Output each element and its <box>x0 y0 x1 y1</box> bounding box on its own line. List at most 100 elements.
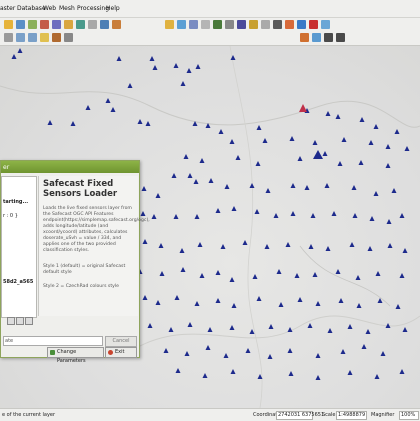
sensor-marker-icon[interactable] <box>173 214 179 219</box>
node-tool-icon[interactable] <box>100 20 109 29</box>
refresh-icon[interactable] <box>64 33 73 42</box>
sensor-marker-icon[interactable] <box>140 211 146 216</box>
sensor-marker-icon[interactable] <box>193 179 199 184</box>
sensor-marker-icon[interactable] <box>359 117 365 122</box>
sensor-marker-icon[interactable] <box>184 351 190 356</box>
globe-icon[interactable] <box>312 33 321 42</box>
sensor-marker-icon[interactable] <box>158 243 164 248</box>
sensor-marker-icon[interactable] <box>404 146 410 151</box>
sensor-marker-icon[interactable] <box>289 136 295 141</box>
sensor-marker-icon[interactable] <box>355 275 361 280</box>
sensor-marker-icon[interactable] <box>199 158 205 163</box>
sensor-marker-icon[interactable] <box>385 144 391 149</box>
raster-add-icon[interactable] <box>28 20 37 29</box>
wms-icon[interactable] <box>52 20 61 29</box>
sensor-marker-icon[interactable] <box>183 154 189 159</box>
sensor-marker-icon[interactable] <box>171 173 177 178</box>
statistics-icon[interactable] <box>213 20 222 29</box>
sensor-marker-icon[interactable] <box>70 121 76 126</box>
sensor-marker-icon[interactable] <box>208 178 214 183</box>
sensor-marker-icon[interactable] <box>245 348 251 353</box>
dialog-title-bar[interactable]: er <box>1 161 139 173</box>
sensor-marker-icon[interactable] <box>187 173 193 178</box>
sensor-marker-icon[interactable] <box>312 272 318 277</box>
sensor-marker-icon[interactable] <box>199 273 205 278</box>
cloud-icon[interactable] <box>321 20 330 29</box>
sensor-marker-icon[interactable] <box>223 353 229 358</box>
sensor-marker-icon[interactable] <box>402 248 408 253</box>
sensor-marker-icon[interactable] <box>373 124 379 129</box>
sensor-marker-icon[interactable] <box>285 242 291 247</box>
sensor-marker-icon[interactable] <box>304 185 310 190</box>
sensor-marker-icon[interactable] <box>373 191 379 196</box>
sensor-marker-icon[interactable] <box>235 155 241 160</box>
sensor-marker-icon[interactable] <box>230 369 236 374</box>
sensor-marker-icon[interactable] <box>294 273 300 278</box>
sensor-marker-icon[interactable] <box>387 243 393 248</box>
sensor-marker-icon[interactable] <box>399 213 405 218</box>
sensor-marker-icon[interactable] <box>262 138 268 143</box>
sensor-marker-icon[interactable] <box>229 325 235 330</box>
save-icon[interactable] <box>16 317 24 325</box>
sensor-marker-icon[interactable] <box>202 373 208 378</box>
sensor-marker-icon[interactable] <box>268 324 274 329</box>
sensor-marker-icon[interactable] <box>288 371 294 376</box>
sensor-marker-icon[interactable] <box>395 304 401 309</box>
sensor-marker-icon[interactable] <box>375 271 381 276</box>
sensor-marker-icon[interactable] <box>278 302 284 307</box>
sensor-marker-icon[interactable] <box>297 297 303 302</box>
magnifier-field[interactable]: 100% <box>399 411 419 420</box>
sensor-marker-icon[interactable] <box>175 368 181 373</box>
sensor-marker-icon[interactable] <box>159 271 165 276</box>
sensor-marker-icon[interactable] <box>322 151 328 156</box>
save-edits-icon[interactable] <box>76 20 85 29</box>
sensor-marker-icon[interactable] <box>255 161 261 166</box>
coordinate-field[interactable]: 2742031 6375651 <box>276 411 324 420</box>
sensor-marker-alert-icon[interactable] <box>299 104 307 112</box>
sensor-marker-icon[interactable] <box>394 129 400 134</box>
sensor-marker-icon[interactable] <box>391 188 397 193</box>
sensor-marker-icon[interactable] <box>179 248 185 253</box>
sensor-marker-icon[interactable] <box>349 242 355 247</box>
sensor-marker-icon[interactable] <box>205 345 211 350</box>
sensor-marker-icon[interactable] <box>168 327 174 332</box>
sensor-marker-icon[interactable] <box>290 211 296 216</box>
identify-icon[interactable] <box>165 20 174 29</box>
digitize-icon[interactable] <box>88 20 97 29</box>
sensor-marker-icon[interactable] <box>197 242 203 247</box>
exit-button[interactable]: Exit <box>105 347 137 358</box>
airplane-icon[interactable] <box>336 33 345 42</box>
sensor-marker-icon[interactable] <box>252 274 258 279</box>
sensor-marker-icon[interactable] <box>287 348 293 353</box>
sensor-marker-icon[interactable] <box>276 269 282 274</box>
log-pane[interactable]: tarting... r : 0 } 58d2_a565 <box>1 176 37 318</box>
sensor-marker-icon[interactable] <box>194 301 200 306</box>
sensor-marker-icon[interactable] <box>186 68 192 73</box>
sensor-marker-icon[interactable] <box>380 351 386 356</box>
sensor-marker-icon[interactable] <box>374 374 380 379</box>
sensor-marker-icon[interactable] <box>195 64 201 69</box>
sensor-marker-icon[interactable] <box>308 244 314 249</box>
sensor-marker-icon[interactable] <box>174 295 180 300</box>
sensor-marker-icon[interactable] <box>180 81 186 86</box>
sensor-marker-icon[interactable] <box>356 303 362 308</box>
clear-icon[interactable] <box>25 317 33 325</box>
python-icon[interactable] <box>285 20 294 29</box>
measure-icon[interactable] <box>237 20 246 29</box>
sensor-marker-icon[interactable] <box>218 129 224 134</box>
menu-mesh[interactable]: Mesh <box>59 5 75 12</box>
sensor-marker-icon[interactable] <box>215 298 221 303</box>
zoom-out-icon[interactable] <box>28 33 37 42</box>
sensor-marker-icon[interactable] <box>307 323 313 328</box>
pan-icon[interactable] <box>4 33 13 42</box>
layer-add-icon[interactable] <box>4 20 13 29</box>
sensor-marker-icon[interactable] <box>137 119 143 124</box>
sensor-marker-icon[interactable] <box>287 327 293 332</box>
sensor-marker-icon[interactable] <box>369 216 375 221</box>
sensor-marker-icon[interactable] <box>315 301 321 306</box>
sensor-marker-icon[interactable] <box>116 56 122 61</box>
vector-add-icon[interactable] <box>16 20 25 29</box>
sensor-marker-icon[interactable] <box>215 208 221 213</box>
sensor-marker-icon[interactable] <box>399 273 405 278</box>
sensor-marker-icon[interactable] <box>220 244 226 249</box>
